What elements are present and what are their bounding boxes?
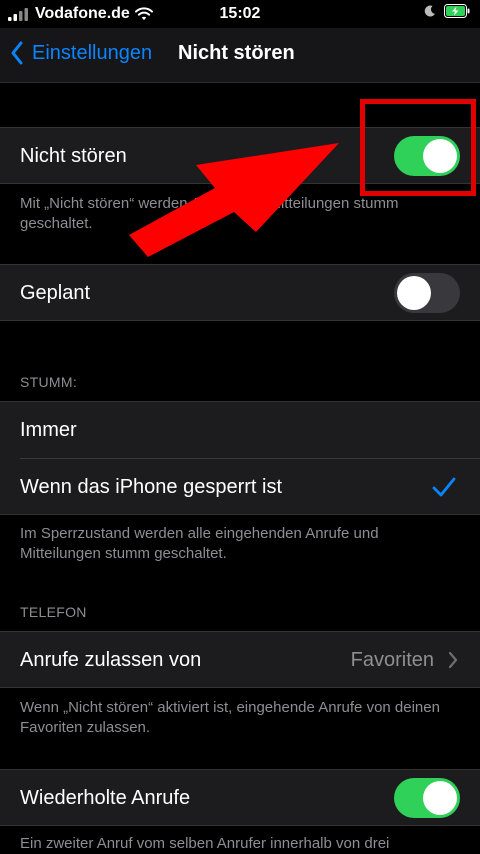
back-button-label: Einstellungen [32,41,153,64]
repeated-calls-toggle-knob [423,781,457,815]
repeated-calls-label: Wiederholte Anrufe [20,787,191,809]
status-time: 15:02 [219,5,261,22]
annotation-highlight-box [360,99,476,196]
chevron-left-icon [11,41,23,65]
allow-calls-footer: Wenn „Nicht stören“ aktiviert ist, einge… [20,699,440,736]
silence-option-label: Immer [20,419,77,441]
dnd-label: Nicht stören [20,145,127,167]
silence-option-label: Wenn das iPhone gesperrt ist [20,476,283,498]
phone-section-header: TELEFON [20,604,87,620]
dnd-footer: Mit „Nicht stören“ werden Anrufe und Mit… [20,195,399,232]
silence-option-always[interactable]: Immer [0,402,480,458]
page-title: Nicht stören [178,42,295,64]
navigation-bar: Einstellungen Nicht stören [0,28,480,83]
repeated-calls-footer: Ein zweiter Anruf vom selben Anrufer inn… [20,835,390,852]
silence-section-header: STUMM: [20,374,78,390]
scheduled-row: Geplant [0,264,480,321]
status-right [424,4,470,18]
battery-charging-icon [444,4,470,18]
chevron-right-icon [448,651,458,669]
allow-calls-row[interactable]: Anrufe zulassen von Favoriten [0,631,480,688]
silence-option-locked[interactable]: Wenn das iPhone gesperrt ist [0,459,480,515]
repeated-calls-toggle[interactable] [394,778,460,818]
status-bar: Vodafone.de 15:02 [0,0,480,28]
moon-icon [424,5,435,17]
scheduled-toggle[interactable] [394,273,460,313]
back-button[interactable]: Einstellungen [10,41,152,65]
scheduled-label: Geplant [20,282,91,304]
allow-calls-value: Favoriten [350,649,434,671]
allow-calls-label: Anrufe zulassen von [20,649,202,671]
checkmark-icon [432,477,456,497]
repeated-calls-row: Wiederholte Anrufe [0,769,480,826]
silence-footer: Im Sperrzustand werden alle eingehenden … [20,525,379,562]
silence-group: Immer Wenn das iPhone gesperrt ist [0,401,480,515]
scheduled-toggle-knob [397,276,431,310]
